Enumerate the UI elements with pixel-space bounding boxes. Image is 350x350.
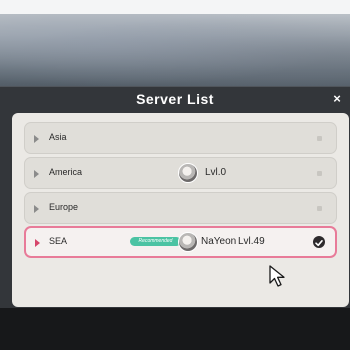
server-name: America (49, 167, 83, 177)
row-marker-icon (34, 135, 39, 143)
status-dot (317, 136, 322, 141)
server-row-europe[interactable]: Europe (24, 192, 337, 224)
server-row-asia[interactable]: Asia (24, 122, 337, 154)
dialog-title: Server List (136, 91, 214, 107)
bottom-background (0, 308, 350, 350)
recommended-badge: Recommended (130, 237, 181, 246)
server-row-america[interactable]: America Lvl.0 (24, 157, 337, 189)
top-bar (0, 0, 350, 14)
player-name: NaYeon (201, 236, 237, 247)
mouse-pointer-icon (269, 265, 287, 287)
player-avatar (178, 232, 198, 252)
server-name: SEA (49, 236, 68, 246)
server-row-sea[interactable]: SEA Recommended NaYeon Lvl.49 (24, 226, 337, 258)
check-circle-icon (313, 236, 325, 248)
player-avatar (178, 163, 198, 183)
server-name: Europe (49, 202, 79, 212)
dialog-header: Server List × (0, 87, 350, 111)
player-level: Lvl.0 (205, 167, 227, 178)
background-scene (0, 14, 350, 86)
server-list-panel: Asia America Lvl.0 Europe SEA Recommende… (12, 113, 349, 307)
server-list-dialog: Server List × Asia America Lvl.0 Europe … (0, 86, 350, 308)
close-icon[interactable]: × (330, 92, 344, 106)
status-dot (317, 171, 322, 176)
row-marker-icon (35, 239, 40, 247)
row-marker-icon (34, 205, 39, 213)
server-name: Asia (49, 132, 67, 142)
player-level: Lvl.49 (238, 236, 265, 247)
status-dot (317, 206, 322, 211)
row-marker-icon (34, 170, 39, 178)
